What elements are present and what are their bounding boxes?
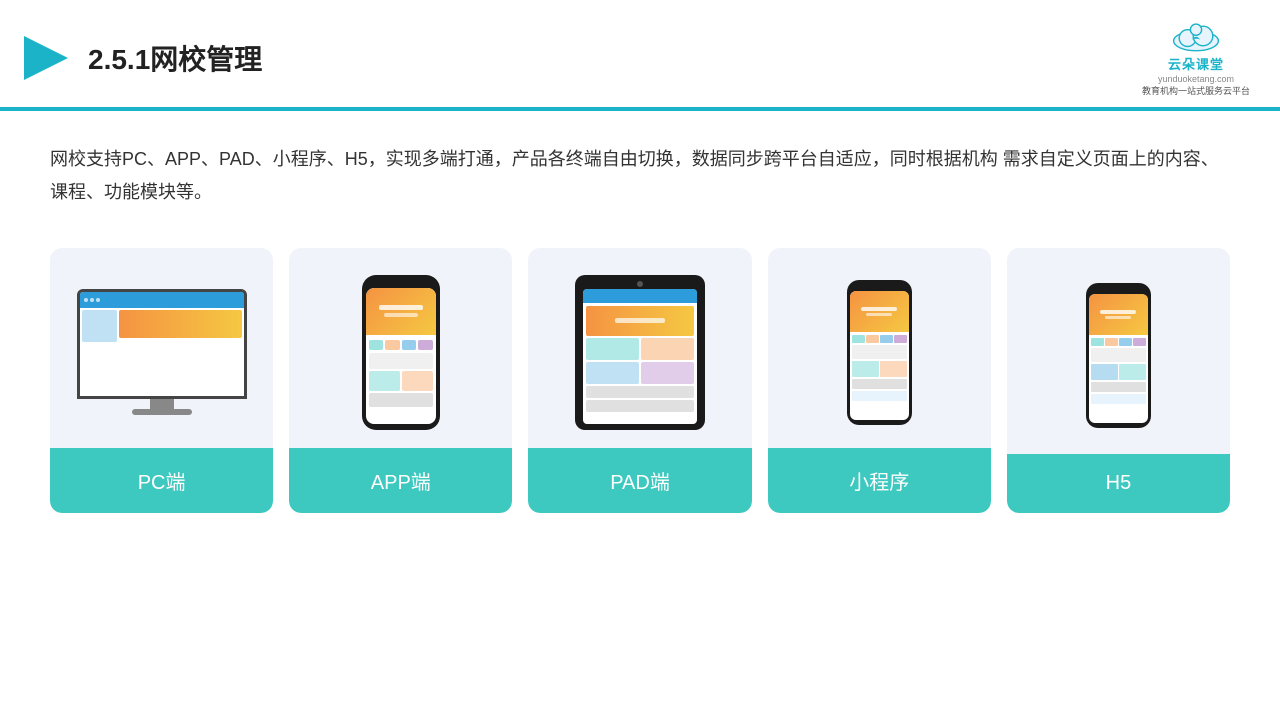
header-divider [0,107,1280,109]
card-pc-image [50,248,273,448]
card-app: APP端 [289,248,512,513]
cards-container: PC端 [0,228,1280,543]
card-mini-label: 小程序 [768,448,991,513]
card-h5: H5 [1007,248,1230,513]
card-pc-label: PC端 [50,448,273,513]
pc-mockup [74,289,249,415]
pc-base [132,409,192,415]
card-h5-label: H5 [1007,454,1230,513]
logo-url: yunduoketang.com [1158,73,1234,86]
card-app-image [289,248,512,448]
mini-phone-mockup [847,280,912,425]
logo-area: 云朵课堂 yunduoketang.com 教育机构一站式服务云平台 [1142,18,1250,97]
logo-name: 云朵课堂 [1168,54,1224,73]
card-pad-label: PAD端 [528,448,751,513]
card-pad-image [528,248,751,448]
pad-mockup [575,275,705,430]
card-mini-image [768,248,991,448]
card-app-label: APP端 [289,448,512,513]
card-pad: PAD端 [528,248,751,513]
logo-icon [1168,18,1224,54]
page-title: 2.5.1网校管理 [88,38,262,78]
h5-phone-mockup [1086,283,1151,428]
description-text: 网校支持PC、APP、PAD、小程序、H5，实现多端打通，产品各终端自由切换，数… [0,111,1280,228]
header-left: 2.5.1网校管理 [20,32,262,84]
card-mini: 小程序 [768,248,991,513]
page-header: 2.5.1网校管理 云朵课堂 yunduoketang.com 教育机构一站式服… [0,0,1280,111]
play-icon [20,32,72,84]
app-phone-mockup [362,275,440,430]
pc-neck [150,399,174,409]
logo-sub: 教育机构一站式服务云平台 [1142,86,1250,98]
card-pc: PC端 [50,248,273,513]
pc-screen [77,289,247,399]
description-content: 网校支持PC、APP、PAD、小程序、H5，实现多端打通，产品各终端自由切换，数… [50,149,1219,201]
card-h5-image [1007,248,1230,454]
